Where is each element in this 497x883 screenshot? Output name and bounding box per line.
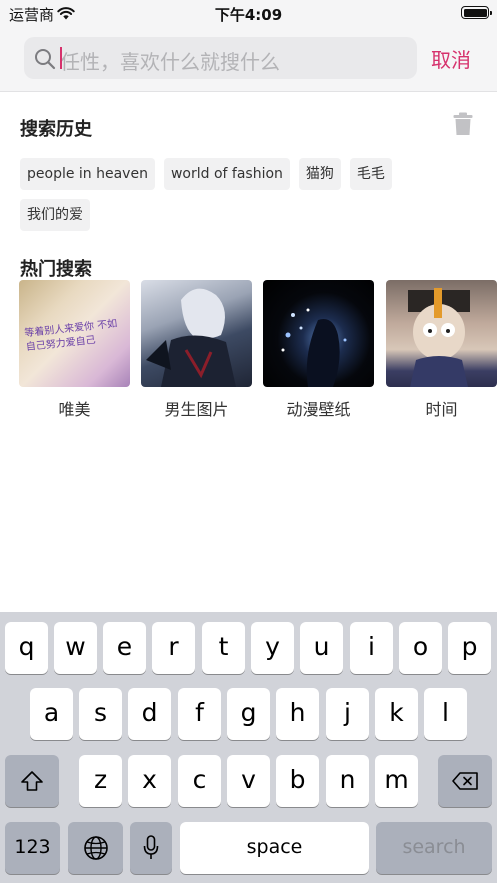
key-q[interactable]: q <box>5 622 48 674</box>
hot-item-label: 唯美 <box>58 400 91 419</box>
key-y[interactable]: y <box>251 622 294 674</box>
history-tag[interactable]: 我们的爱 <box>20 199 90 231</box>
cancel-button[interactable]: 取消 <box>431 44 471 73</box>
hot-item-boys[interactable]: 男生图片 <box>141 280 252 420</box>
trash-icon[interactable] <box>453 112 473 140</box>
hot-item-label: 动漫壁纸 <box>286 400 351 419</box>
microphone-icon <box>143 835 159 859</box>
keyboard: q w e r t y u i o p a s d f g h j k l z … <box>0 612 497 883</box>
numbers-key[interactable]: 123 <box>5 822 60 874</box>
key-j[interactable]: j <box>326 688 369 740</box>
key-z[interactable]: z <box>79 755 122 807</box>
history-tag[interactable]: 猫狗 <box>298 158 341 190</box>
hot-item-label: 男生图片 <box>164 400 229 419</box>
key-a[interactable]: a <box>30 688 73 740</box>
key-f[interactable]: f <box>178 688 221 740</box>
key-o[interactable]: o <box>399 622 442 674</box>
hot-item-thumbnail: 等着别人来爱你 不如自己努力爱自己 <box>19 280 130 387</box>
key-v[interactable]: v <box>227 755 270 807</box>
search-input[interactable]: 任性，喜欢什么就搜什么 <box>24 37 417 79</box>
history-tag[interactable]: people in heaven <box>20 158 155 190</box>
history-tag[interactable]: world of fashion <box>163 158 290 190</box>
key-e[interactable]: e <box>103 622 146 674</box>
key-k[interactable]: k <box>375 688 418 740</box>
key-x[interactable]: x <box>128 755 171 807</box>
hot-item-thumbnail <box>141 280 252 387</box>
key-l[interactable]: l <box>424 688 467 740</box>
status-bar: 运营商 下午4:09 <box>0 0 497 28</box>
key-p[interactable]: p <box>448 622 491 674</box>
shift-icon <box>21 771 43 791</box>
key-h[interactable]: h <box>276 688 319 740</box>
key-t[interactable]: t <box>202 622 245 674</box>
search-icon <box>34 48 56 74</box>
key-d[interactable]: d <box>128 688 171 740</box>
key-g[interactable]: g <box>227 688 270 740</box>
hot-item-time[interactable]: 时间 <box>386 280 497 420</box>
key-r[interactable]: r <box>152 622 195 674</box>
hot-item-thumbnail <box>263 280 374 387</box>
space-key[interactable]: space <box>180 822 369 874</box>
battery-icon <box>461 6 492 19</box>
history-tag-list: people in heaven world of fashion 猫狗 毛毛 … <box>20 158 420 240</box>
history-tag[interactable]: 毛毛 <box>349 158 392 190</box>
hot-item-anime-wallpaper[interactable]: 动漫壁纸 <box>263 280 374 420</box>
search-placeholder: 任性，喜欢什么就搜什么 <box>60 50 280 74</box>
backspace-icon <box>452 772 478 790</box>
globe-icon <box>83 836 108 860</box>
text-cursor <box>60 47 62 69</box>
hot-item-aesthetic[interactable]: 等着别人来爱你 不如自己努力爱自己 唯美 <box>19 280 130 420</box>
hot-item-label: 时间 <box>425 400 458 419</box>
status-time: 下午4:09 <box>214 6 283 24</box>
shift-key[interactable] <box>5 755 59 807</box>
key-u[interactable]: u <box>300 622 343 674</box>
key-w[interactable]: w <box>54 622 97 674</box>
key-c[interactable]: c <box>178 755 221 807</box>
delete-key[interactable] <box>438 755 492 807</box>
key-b[interactable]: b <box>276 755 319 807</box>
thumbnail-caption: 等着别人来爱你 不如自己努力爱自己 <box>23 318 118 354</box>
globe-key[interactable] <box>68 822 123 874</box>
key-m[interactable]: m <box>375 755 418 807</box>
search-header: 任性，喜欢什么就搜什么 取消 <box>0 28 497 92</box>
hot-item-thumbnail <box>386 280 497 387</box>
history-title: 搜索历史 <box>20 119 92 140</box>
key-i[interactable]: i <box>350 622 393 674</box>
search-key[interactable]: search <box>376 822 492 874</box>
key-s[interactable]: s <box>79 688 122 740</box>
hot-search-title: 热门搜索 <box>20 259 92 280</box>
key-n[interactable]: n <box>326 755 369 807</box>
dictation-key[interactable] <box>130 822 172 874</box>
